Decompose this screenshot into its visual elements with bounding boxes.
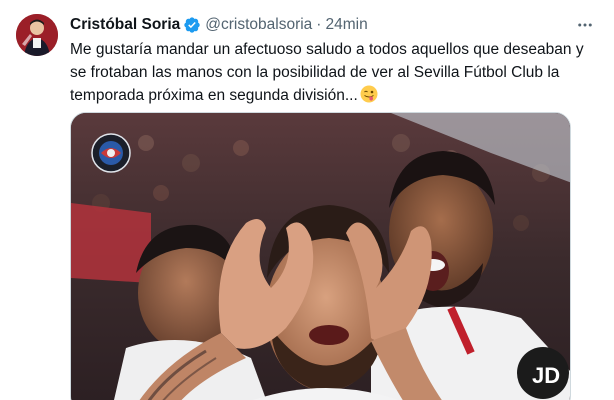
tweet-text-segment: temporada próxima en segunda división...: [70, 87, 358, 104]
svg-text:JD: JD: [532, 363, 560, 388]
tweet-text: Me gustaría mandar un afectuoso saludo a…: [70, 38, 598, 107]
handle[interactable]: @cristobalsoria: [205, 16, 312, 34]
tweet-text-line: se frotaban las manos con la posibilidad…: [70, 64, 560, 81]
channel-logo-icon: [91, 133, 131, 173]
separator-dot: ·: [316, 16, 322, 33]
tweet-media-photo[interactable]: JD: [70, 112, 571, 400]
profile-avatar[interactable]: [16, 14, 58, 56]
tweet-text-line: Me gustaría mandar un afectuoso saludo a…: [70, 41, 584, 58]
tweet-text-line: temporada próxima en segunda división...: [70, 84, 598, 107]
tweet-header: Cristóbal Soria @cristobalsoria · 24min: [70, 15, 368, 35]
more-options-icon[interactable]: [574, 14, 596, 36]
verified-badge-icon: [183, 16, 201, 34]
winking-face-with-tongue-emoji: [360, 85, 378, 103]
tweet[interactable]: Cristóbal Soria @cristobalsoria · 24min …: [0, 0, 614, 400]
photo-football-celebration: JD: [71, 113, 570, 400]
timestamp[interactable]: 24min: [325, 16, 367, 34]
display-name[interactable]: Cristóbal Soria: [70, 16, 180, 34]
